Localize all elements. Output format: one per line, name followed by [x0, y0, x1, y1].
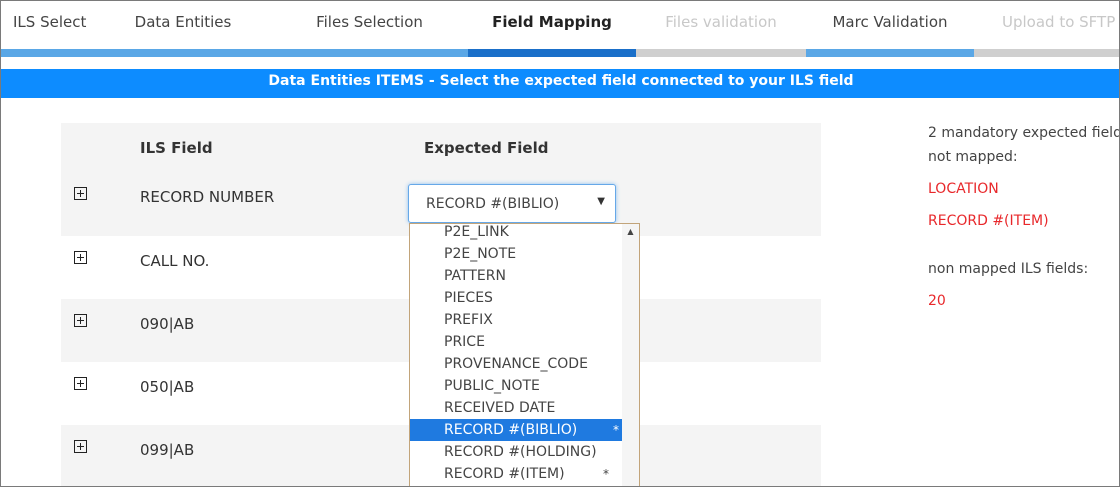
step-bar: [974, 49, 1119, 57]
option-label: RECORD #(HOLDING): [444, 444, 597, 460]
expand-icon[interactable]: [74, 251, 87, 264]
option-item[interactable]: PIECES: [410, 287, 623, 309]
nonmapped-heading: non mapped ILS fields:: [928, 261, 1089, 277]
expand-icon[interactable]: [74, 187, 87, 200]
option-item[interactable]: PREFIX: [410, 309, 623, 331]
nonmapped-count: 20: [928, 293, 946, 309]
step-label: Files Selection: [316, 13, 423, 31]
option-item[interactable]: PATTERN: [410, 265, 623, 287]
option-item[interactable]: PUBLIC_NOTE: [410, 375, 623, 397]
table-header: ILS Field Expected Field: [61, 123, 821, 172]
step-label: Field Mapping: [492, 13, 612, 31]
ils-field-name: CALL NO.: [140, 252, 210, 270]
ils-field-name: 050|AB: [140, 378, 195, 396]
column-header-ils-field: ILS Field: [140, 139, 213, 157]
option-item[interactable]: RECORD #(HOLDING): [410, 441, 623, 463]
option-label: PATTERN: [444, 268, 506, 284]
dropdown-arrow-icon: ▼: [597, 196, 605, 207]
step-label: Data Entities: [134, 13, 232, 31]
option-label: PUBLIC_NOTE: [444, 378, 540, 394]
step-bar: [271, 49, 468, 57]
ils-field-name: 099|AB: [140, 441, 195, 459]
expected-field-options-list[interactable]: P2E_LINK P2E_NOTE PATTERN PIECES PREFIX …: [409, 223, 640, 486]
step-marc-validation[interactable]: Marc Validation: [806, 1, 974, 57]
expand-icon[interactable]: [74, 314, 87, 327]
step-ils-select[interactable]: ILS Select: [1, 1, 95, 57]
ils-field-name: RECORD NUMBER: [140, 188, 275, 206]
scroll-up-icon[interactable]: ▲: [622, 227, 639, 236]
select-value: RECORD #(BIBLIO): [426, 196, 560, 212]
option-item[interactable]: PRICE: [410, 331, 623, 353]
column-header-expected-field: Expected Field: [424, 139, 549, 157]
step-files-selection[interactable]: Files Selection: [271, 1, 468, 57]
option-item[interactable]: P2E_LINK: [410, 224, 623, 243]
expand-icon[interactable]: [74, 377, 87, 390]
step-label: Marc Validation: [832, 13, 948, 31]
option-item[interactable]: PROVENANCE_CODE: [410, 353, 623, 375]
mandatory-heading-line2: not mapped:: [928, 149, 1018, 165]
option-item-selected[interactable]: RECORD #(BIBLIO) *: [410, 419, 623, 441]
missing-field-record-item: RECORD #(ITEM): [928, 213, 1049, 229]
option-item[interactable]: RECEIVED DATE: [410, 397, 623, 419]
missing-field-location: LOCATION: [928, 181, 999, 197]
expand-icon[interactable]: [74, 440, 87, 453]
step-data-entities[interactable]: Data Entities: [95, 1, 271, 57]
step-bar: [468, 49, 636, 57]
step-files-validation: Files validation: [636, 1, 806, 57]
section-banner: Data Entities ITEMS - Select the expecte…: [1, 69, 1119, 98]
option-label: P2E_NOTE: [444, 246, 517, 262]
option-label: RECEIVED DATE: [444, 400, 556, 416]
option-label: RECORD #(ITEM): [444, 466, 565, 482]
option-label: P2E_LINK: [444, 224, 509, 240]
option-label: PRICE: [444, 334, 485, 350]
step-bar: [806, 49, 974, 57]
option-label: PROVENANCE_CODE: [444, 356, 588, 372]
step-bar: [95, 49, 271, 57]
option-label: RECORD #(BIBLIO): [444, 422, 578, 438]
step-bar: [636, 49, 806, 57]
app-window: ILS Select Data Entities Files Selection…: [0, 0, 1120, 487]
step-bar: [1, 49, 95, 57]
option-label: PIECES: [444, 290, 493, 306]
step-label: Upload to SFTP: [1002, 13, 1116, 31]
step-label: ILS Select: [13, 13, 87, 31]
mandatory-marker: *: [603, 467, 609, 481]
dropdown-scrollbar[interactable]: ▲: [622, 224, 639, 486]
step-upload-sftp: Upload to SFTP: [974, 1, 1119, 57]
mandatory-heading-line1: 2 mandatory expected fields: [928, 125, 1120, 141]
step-field-mapping[interactable]: Field Mapping: [468, 1, 636, 57]
option-label: PREFIX: [444, 312, 493, 328]
mandatory-marker: *: [613, 423, 619, 437]
ils-field-name: 090|AB: [140, 315, 195, 333]
option-item[interactable]: RECORD #(ITEM) *: [410, 463, 623, 485]
step-label: Files validation: [665, 13, 777, 31]
option-item[interactable]: P2E_NOTE: [410, 243, 623, 265]
expected-field-select[interactable]: RECORD #(BIBLIO) ▼: [408, 184, 616, 223]
wizard-steps: ILS Select Data Entities Files Selection…: [1, 1, 1119, 57]
